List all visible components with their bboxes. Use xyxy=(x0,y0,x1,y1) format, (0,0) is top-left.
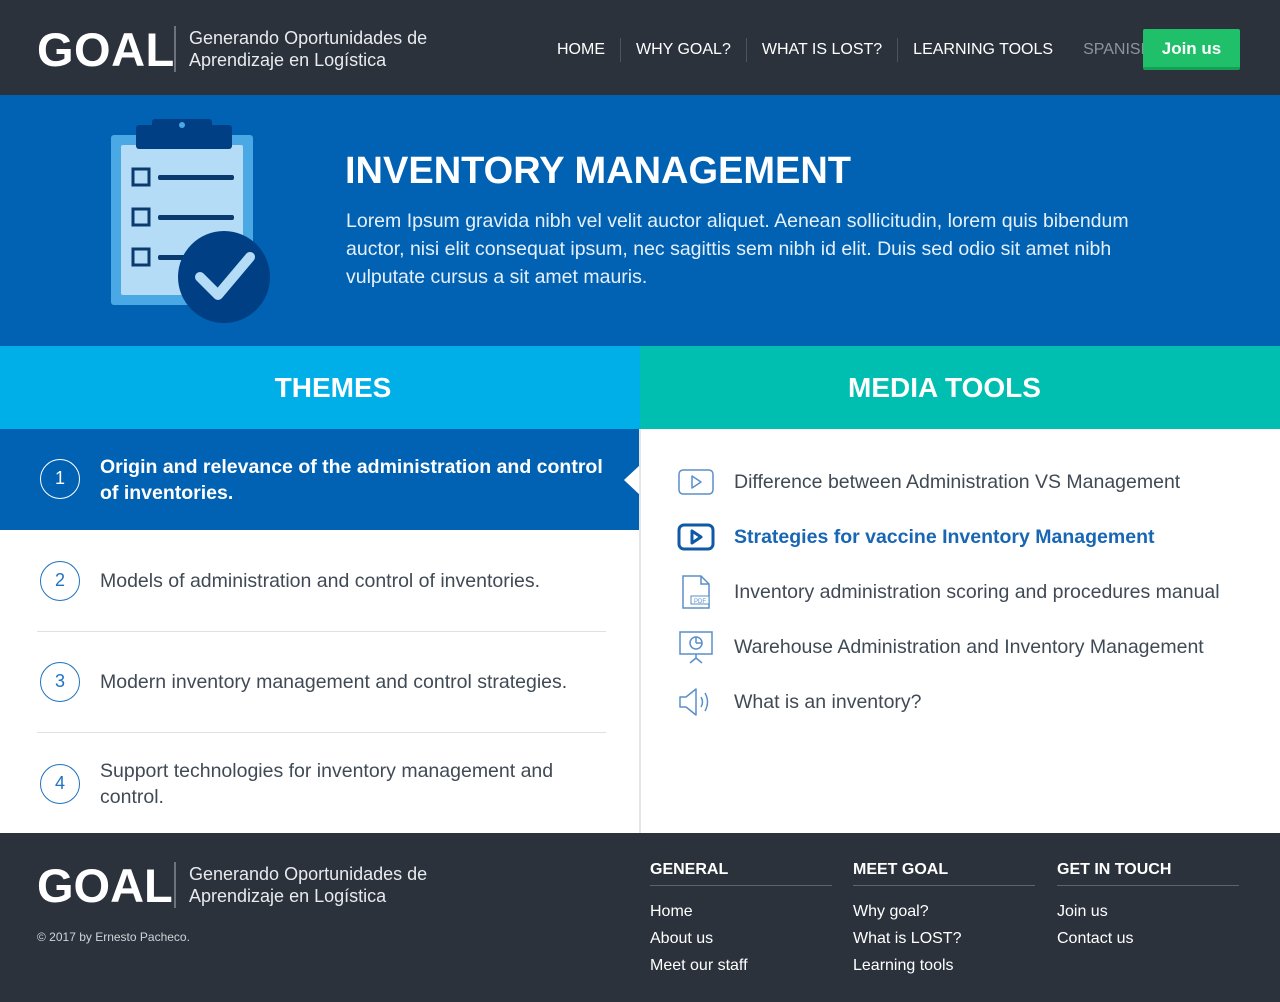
page-title: INVENTORY MANAGEMENT xyxy=(345,150,852,192)
footer-link-home[interactable]: Home xyxy=(650,898,832,925)
media-tools-list: Difference between Administration VS Man… xyxy=(641,429,1280,833)
footer-link-learning-tools[interactable]: Learning tools xyxy=(853,952,1035,979)
theme-label[interactable]: Origin and relevance of the administrati… xyxy=(100,454,620,506)
media-item-active[interactable]: Strategies for vaccine Inventory Managem… xyxy=(677,519,1154,555)
footer-link-what-is-lost[interactable]: What is LOST? xyxy=(853,925,1035,952)
media-item[interactable]: What is an inventory? xyxy=(677,684,922,720)
divider xyxy=(37,732,606,733)
theme-number: 3 xyxy=(40,662,80,702)
presentation-icon xyxy=(679,631,713,664)
join-us-button[interactable]: Join us xyxy=(1143,29,1240,70)
footer-col-get-in-touch: GET IN TOUCH Join us Contact us xyxy=(1057,861,1239,952)
footer-heading: GET IN TOUCH xyxy=(1057,861,1239,886)
theme-number: 4 xyxy=(40,764,80,804)
footer-link-staff[interactable]: Meet our staff xyxy=(650,952,832,979)
video-icon xyxy=(677,523,715,551)
video-icon xyxy=(678,469,714,495)
media-label: What is an inventory? xyxy=(734,690,922,713)
divider xyxy=(37,631,606,632)
nav-home[interactable]: HOME xyxy=(542,38,620,62)
clipboard-check-icon xyxy=(111,119,270,323)
footer-logo-divider xyxy=(174,862,176,908)
media-tools-heading: MEDIA TOOLS xyxy=(640,346,1280,429)
footer-link-about[interactable]: About us xyxy=(650,925,832,952)
hero-banner: INVENTORY MANAGEMENT Lorem Ipsum gravida… xyxy=(0,95,1280,346)
copyright: © 2017 by Ernesto Pacheco. xyxy=(37,930,190,944)
footer-col-meet-goal: MEET GOAL Why goal? What is LOST? Learni… xyxy=(853,861,1035,979)
nav-why-goal[interactable]: WHY GOAL? xyxy=(620,38,746,62)
main-nav: HOME WHY GOAL? WHAT IS LOST? LEARNING TO… xyxy=(542,38,1167,62)
footer-heading: GENERAL xyxy=(650,861,832,886)
nav-what-is-lost[interactable]: WHAT IS LOST? xyxy=(745,38,897,62)
site-header: GOAL Generando Oportunidades de Aprendiz… xyxy=(0,0,1280,95)
footer-link-why-goal[interactable]: Why goal? xyxy=(853,898,1035,925)
footer-col-general: GENERAL Home About us Meet our staff xyxy=(650,861,832,979)
media-item[interactable]: PDF Inventory administration scoring and… xyxy=(677,574,1220,610)
svg-text:PDF: PDF xyxy=(694,599,706,605)
theme-label[interactable]: Support technologies for inventory manag… xyxy=(100,758,580,810)
media-label: Inventory administration scoring and pro… xyxy=(734,580,1220,603)
hero-description: Lorem Ipsum gravida nibh vel velit aucto… xyxy=(346,210,1129,288)
nav-learning-tools[interactable]: LEARNING TOOLS xyxy=(897,38,1068,62)
logo-divider xyxy=(174,26,176,72)
theme-number: 2 xyxy=(40,561,80,601)
site-footer: GOAL Generando Oportunidades de Aprendiz… xyxy=(0,833,1280,1002)
themes-list: 1 Origin and relevance of the administra… xyxy=(0,429,640,833)
media-label: Difference between Administration VS Man… xyxy=(734,470,1181,493)
footer-link-join[interactable]: Join us xyxy=(1057,898,1239,925)
tagline: Generando Oportunidades de Aprendizaje e… xyxy=(189,28,428,70)
media-item[interactable]: Difference between Administration VS Man… xyxy=(677,464,1180,500)
theme-number: 1 xyxy=(40,459,80,499)
themes-heading: THEMES xyxy=(0,346,640,429)
audio-icon xyxy=(679,688,709,716)
footer-heading: MEET GOAL xyxy=(853,861,1035,886)
media-label: Warehouse Administration and Inventory M… xyxy=(734,635,1204,658)
theme-label[interactable]: Modern inventory management and control … xyxy=(100,669,600,695)
footer-link-contact[interactable]: Contact us xyxy=(1057,925,1239,952)
footer-logo[interactable]: GOAL xyxy=(37,860,173,912)
footer-tagline: Generando Oportunidades de Aprendizaje e… xyxy=(189,864,428,906)
logo[interactable]: GOAL xyxy=(37,24,175,76)
media-item[interactable]: Warehouse Administration and Inventory M… xyxy=(677,629,1204,665)
media-label: Strategies for vaccine Inventory Managem… xyxy=(734,525,1155,548)
pdf-icon: PDF xyxy=(682,575,710,609)
theme-label[interactable]: Models of administration and control of … xyxy=(100,568,600,594)
